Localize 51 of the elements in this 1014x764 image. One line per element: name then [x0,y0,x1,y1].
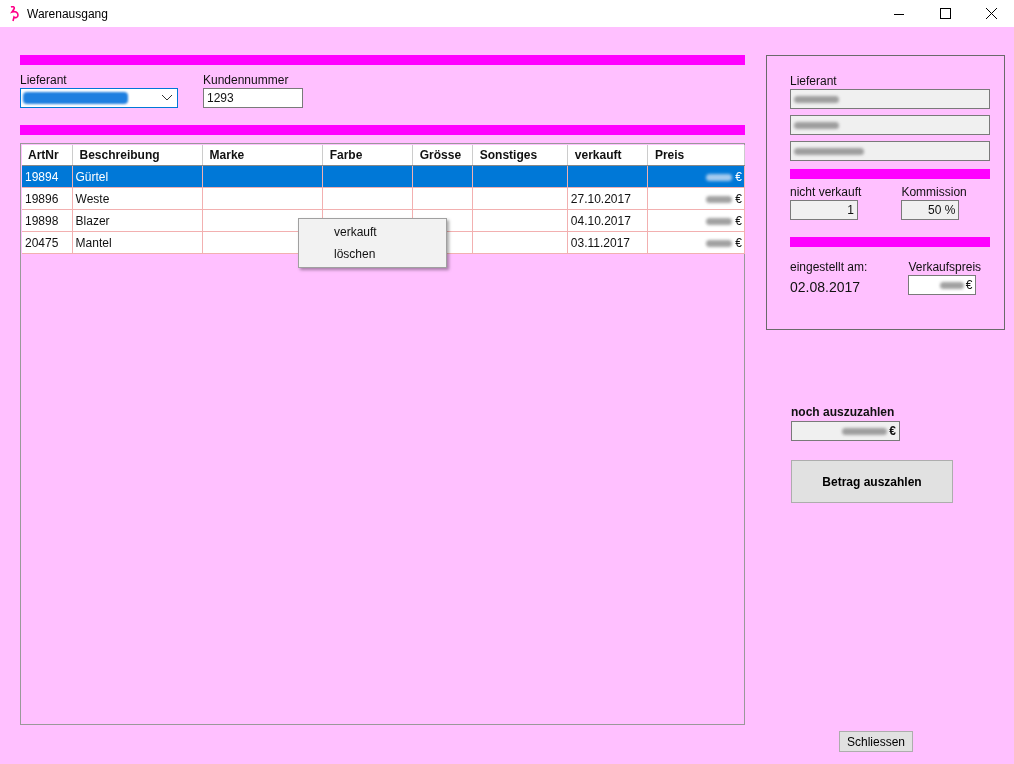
table-cell: 19894 [22,165,73,188]
maximize-icon[interactable] [939,8,951,19]
field-label: noch auszuzahlen [791,404,896,420]
chevron-down-icon[interactable] [162,95,172,101]
field-label: Kommission [901,184,967,200]
menu-item[interactable]: löschen [299,243,446,265]
supplier-field[interactable] [790,141,990,161]
close-dialog-button[interactable]: Schliessen [839,731,913,752]
column-header[interactable]: Grösse [412,145,473,166]
table-cell: € [735,169,742,184]
table-cell: Mantel [72,231,203,254]
supplier-dropdown[interactable] [20,88,178,108]
table-row[interactable]: 19896 Weste 27.10.2017 € [22,187,745,210]
supplier-field[interactable] [790,115,990,135]
sale-price-field[interactable]: € [908,275,977,295]
table-cell: Weste [72,187,203,210]
field-label: Verkaufspreis [908,259,982,275]
column-header[interactable]: ArtNr [22,145,73,166]
field-label: nicht verkauft [790,184,862,200]
table-cell: Blazer [72,209,203,232]
customer-number-field[interactable]: 1293 [203,88,303,108]
column-header[interactable]: verkauft [567,145,648,166]
column-header[interactable]: Beschreibung [72,145,203,166]
field-label: Kundennummer [203,72,290,88]
table-cell: 04.10.2017 [567,209,648,232]
column-header[interactable]: Preis [647,145,745,166]
not-sold-field[interactable]: 1 [790,200,858,220]
flamingo-icon [8,5,19,22]
table-cell: 27.10.2017 [567,187,648,210]
table-cell: 20475 [22,231,73,254]
column-header[interactable]: Marke [202,145,323,166]
field-label: eingestellt am: [790,259,868,275]
window-title: Warenausgang [27,6,108,21]
column-header[interactable]: Sonstiges [472,145,568,166]
table-row[interactable]: 19894 Gürtel € [22,165,745,188]
table-cell: 03.11.2017 [567,231,648,254]
commission-field[interactable]: 50 % [901,200,960,220]
table-cell: 19898 [22,209,73,232]
close-icon[interactable] [985,8,997,19]
table-cell: € [735,191,742,206]
date-text: 02.08.2017 [790,279,862,295]
column-header[interactable]: Farbe [322,145,413,166]
table-cell: 19896 [22,187,73,210]
table-cell: € [735,213,742,228]
supplier-field[interactable] [790,89,990,109]
field-label: Lieferant [20,72,68,88]
table-cell: € [735,235,742,250]
field-label: Lieferant [790,73,838,89]
payout-button[interactable]: Betrag auszahlen [791,460,953,503]
payout-amount-field[interactable]: € [791,421,900,441]
table-cell: Gürtel [72,165,203,188]
